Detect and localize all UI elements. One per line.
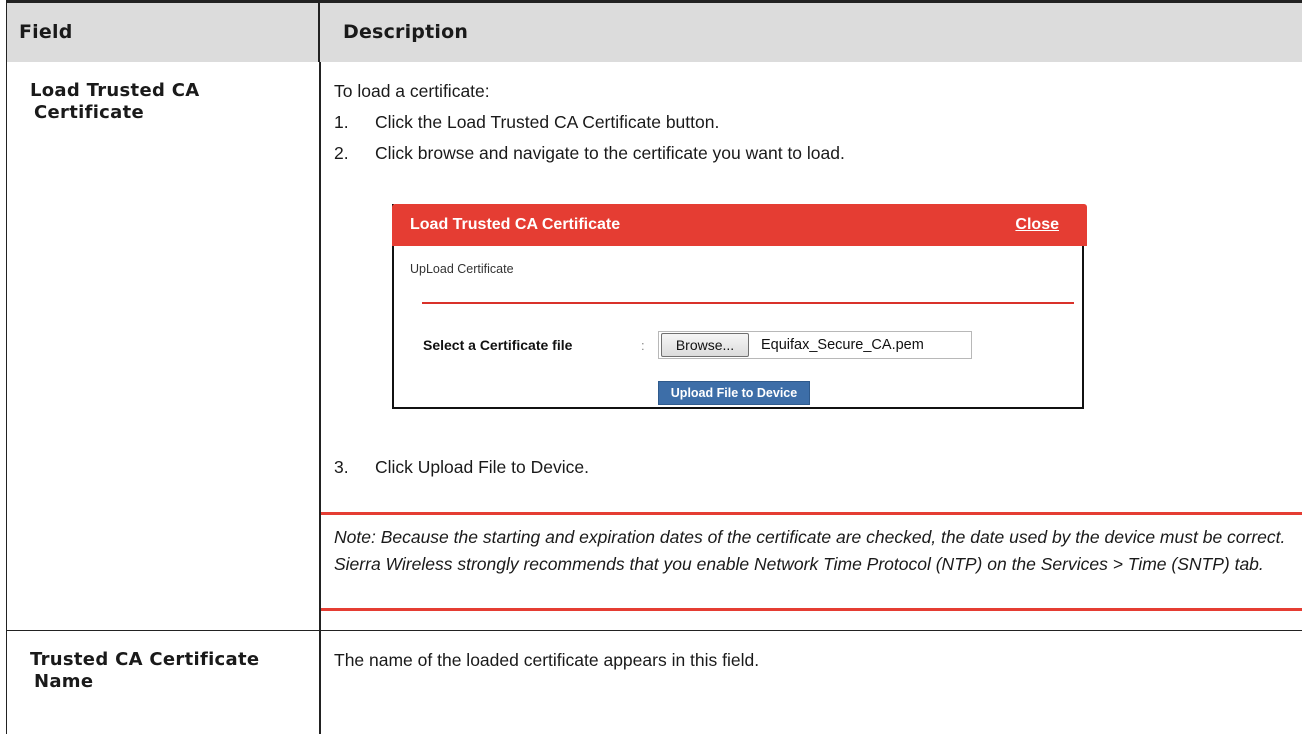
table-row-divider xyxy=(6,630,1302,631)
dialog-header: Load Trusted CA Certificate Close xyxy=(392,204,1087,246)
field-name-line2: Certificate xyxy=(34,102,144,123)
field-description-table: Field Description Load Trusted CA Certif… xyxy=(6,0,1302,734)
note-top-rule xyxy=(321,512,1302,515)
selected-file-name: Equifax_Secure_CA.pem xyxy=(761,337,924,353)
header-field-cell: Field xyxy=(7,3,320,62)
field-name-trusted-ca-name: Trusted CA Certificate Name xyxy=(30,649,259,693)
table-header-row: Field Description xyxy=(6,0,1302,62)
header-field-label: Field xyxy=(19,21,73,43)
dialog-close-link[interactable]: Close xyxy=(1015,216,1059,234)
dialog-divider xyxy=(422,302,1074,304)
header-description-label: Description xyxy=(343,21,469,43)
note-bottom-rule xyxy=(321,608,1302,611)
step-text: Click browse and navigate to the certifi… xyxy=(375,143,845,163)
step-number: 3. xyxy=(334,457,349,477)
table-column-divider xyxy=(319,62,321,734)
note-text: Note: Because the starting and expiratio… xyxy=(334,527,1286,574)
step-text: Click Upload File to Device. xyxy=(375,457,589,477)
field-name-line2: Name xyxy=(34,671,94,692)
browse-button[interactable]: Browse... xyxy=(661,333,749,357)
field-name-load-trusted-ca: Load Trusted CA Certificate xyxy=(30,80,199,124)
step-text: Click the Load Trusted CA Certificate bu… xyxy=(375,112,720,132)
intro-text: To load a certificate: xyxy=(334,81,490,101)
table-left-border xyxy=(6,62,7,734)
step-number: 2. xyxy=(334,143,349,163)
field-name-line1: Trusted CA Certificate xyxy=(30,649,260,670)
load-certificate-dialog: Load Trusted CA Certificate Close UpLoad… xyxy=(392,204,1087,409)
certificate-file-input[interactable]: Browse... Equifax_Secure_CA.pem xyxy=(658,331,972,359)
certificate-file-label: Select a Certificate file xyxy=(423,337,573,353)
row-description: The name of the loaded certificate appea… xyxy=(334,650,760,670)
upload-file-button[interactable]: Upload File to Device xyxy=(658,381,810,405)
label-colon: : xyxy=(641,338,645,353)
field-name-line1: Load Trusted CA xyxy=(30,80,200,101)
dialog-section-title: UpLoad Certificate xyxy=(410,262,514,276)
step-number: 1. xyxy=(334,112,349,132)
dialog-title: Load Trusted CA Certificate xyxy=(410,216,621,233)
